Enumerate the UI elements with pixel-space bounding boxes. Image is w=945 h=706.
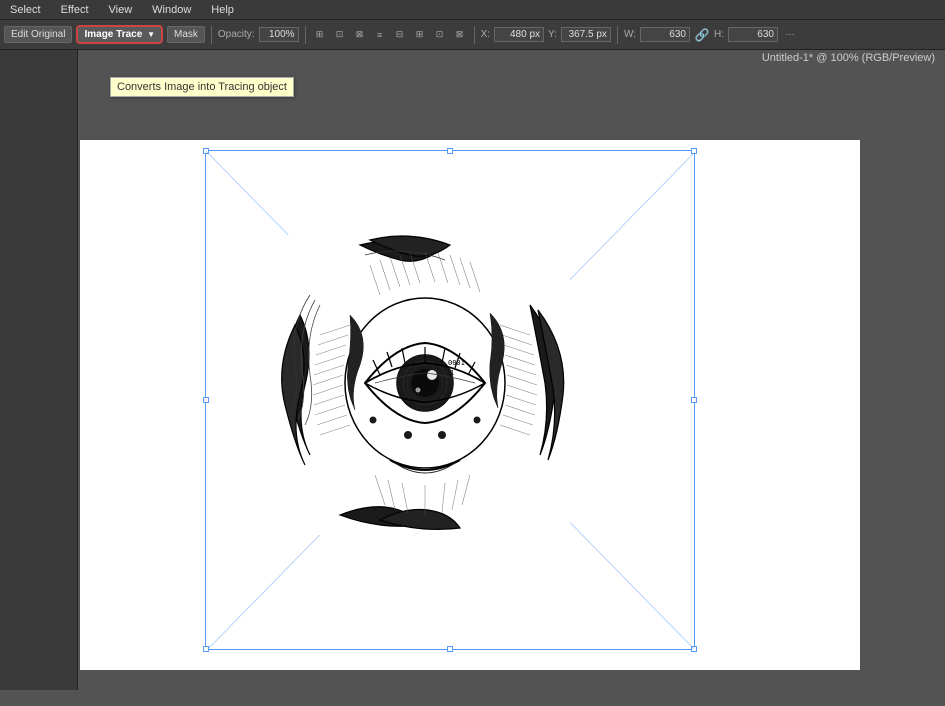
align-icon-2[interactable]: ⊡ xyxy=(332,27,348,43)
menu-bar: Select Effect View Window Help xyxy=(0,0,945,20)
handle-top-left[interactable] xyxy=(203,148,209,154)
opacity-input[interactable] xyxy=(259,27,299,42)
h-label: H: xyxy=(714,29,724,40)
align-icon-4[interactable]: ≡ xyxy=(372,27,388,43)
handle-bottom-right[interactable] xyxy=(691,646,697,652)
handle-middle-left[interactable] xyxy=(203,397,209,403)
handle-middle-right[interactable] xyxy=(691,397,697,403)
control-bar: Edit Original Image Trace ▼ Mask Opacity… xyxy=(0,20,945,50)
divider-3 xyxy=(474,26,475,44)
y-label: Y: xyxy=(548,29,557,40)
x-input[interactable] xyxy=(494,27,544,42)
align-icon-5[interactable]: ⊟ xyxy=(392,27,408,43)
more-options-icon[interactable]: ⋯ xyxy=(782,27,798,43)
handle-bottom-left[interactable] xyxy=(203,646,209,652)
image-trace-tooltip: Converts Image into Tracing object xyxy=(110,77,294,97)
menu-window[interactable]: Window xyxy=(148,3,195,17)
menu-view[interactable]: View xyxy=(105,3,137,17)
menu-help[interactable]: Help xyxy=(207,3,238,17)
left-toolbar xyxy=(0,50,78,690)
svg-text:0001: 0001 xyxy=(448,359,465,367)
illustration-image: 0001 1 xyxy=(280,235,570,535)
align-icon-7[interactable]: ⊡ xyxy=(432,27,448,43)
align-icon-3[interactable]: ⊠ xyxy=(352,27,368,43)
align-icon-8[interactable]: ⊠ xyxy=(452,27,468,43)
align-icon-1[interactable]: ⊞ xyxy=(312,27,328,43)
w-input[interactable] xyxy=(640,27,690,42)
handle-bottom-center[interactable] xyxy=(447,646,453,652)
artboard: 0001 1 xyxy=(80,140,860,670)
illustration-svg: 0001 1 xyxy=(280,235,570,535)
handle-top-center[interactable] xyxy=(447,148,453,154)
y-input[interactable] xyxy=(561,27,611,42)
canvas-area: Untitled-1* @ 100% (RGB/Preview) xyxy=(0,50,945,690)
align-icon-6[interactable]: ⊞ xyxy=(412,27,428,43)
document-title: Untitled-1* @ 100% (RGB/Preview) xyxy=(762,50,935,66)
h-input[interactable] xyxy=(728,27,778,42)
link-icon[interactable]: 🔗 xyxy=(694,27,710,43)
edit-original-button[interactable]: Edit Original xyxy=(4,26,72,43)
x-label: X: xyxy=(481,29,490,40)
menu-select[interactable]: Select xyxy=(6,3,45,17)
w-label: W: xyxy=(624,29,636,40)
svg-text:1: 1 xyxy=(450,369,454,377)
handle-top-right[interactable] xyxy=(691,148,697,154)
mask-button[interactable]: Mask xyxy=(167,26,205,43)
divider-2 xyxy=(305,26,306,44)
divider-4 xyxy=(617,26,618,44)
menu-effect[interactable]: Effect xyxy=(57,3,93,17)
opacity-label: Opacity: xyxy=(218,29,255,40)
divider-1 xyxy=(211,26,212,44)
image-trace-button[interactable]: Image Trace ▼ xyxy=(76,25,163,44)
